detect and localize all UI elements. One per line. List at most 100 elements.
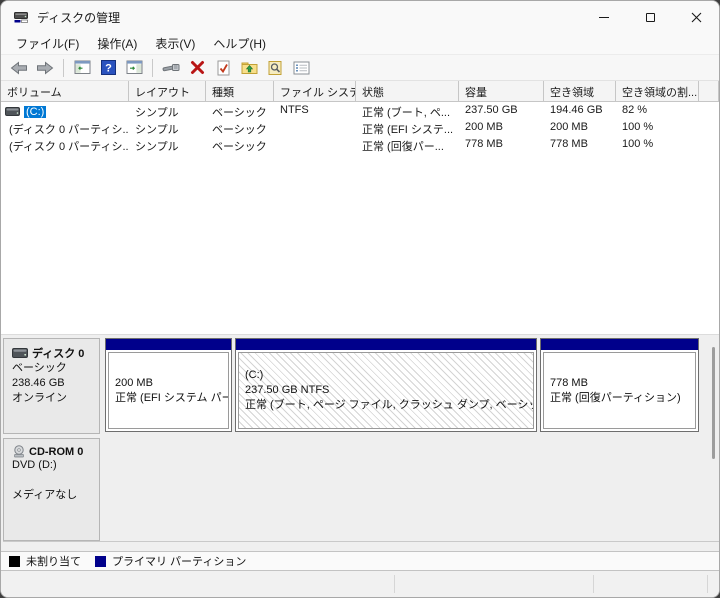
filesystem-cell (274, 119, 356, 136)
cdrom-icon (14, 445, 24, 458)
volume-row-c[interactable]: (C:) シンプル ベーシック NTFS 正常 (ブート, ペ... 237.5… (1, 102, 719, 119)
partition-name: (C:) (245, 369, 264, 381)
cdrom-drive: DVD (D:) (12, 459, 57, 471)
volume-name-cell: (ディスク 0 パーティシ... (1, 136, 129, 153)
explore-button[interactable] (263, 57, 287, 79)
folder-up-icon (241, 62, 257, 74)
free-cell: 200 MB (550, 121, 588, 133)
percent-cell: 100 % (622, 138, 654, 150)
delete-volume-button[interactable] (185, 57, 209, 79)
back-icon (10, 60, 27, 75)
scrollbar-thumb[interactable] (712, 347, 715, 459)
volume-row-efi[interactable]: (ディスク 0 パーティシ... シンプル ベーシック 正常 (EFI システ.… (1, 119, 719, 136)
disk0-size: 238.46 GB (12, 377, 65, 389)
drive-icon (5, 107, 20, 116)
column-header-filesystem[interactable]: ファイル システム (274, 81, 356, 102)
cdrom-status: メディアなし (12, 489, 78, 501)
column-header-capacity[interactable]: 容量 (459, 81, 544, 102)
column-header-status[interactable]: 状態 (356, 81, 459, 102)
maximize-button[interactable] (627, 1, 673, 33)
maximize-icon (645, 12, 655, 22)
close-button[interactable] (673, 1, 719, 33)
title-bar: ディスクの管理 (1, 1, 719, 33)
console-tree-icon (74, 60, 90, 74)
checklist-icon (293, 61, 309, 74)
search-document-icon (268, 60, 282, 75)
status-divider (394, 575, 395, 593)
type-cell: ベーシック (212, 124, 267, 136)
partition-efi[interactable]: 200 MB 正常 (EFI システム パーテ (105, 338, 232, 432)
partition-color-bar (106, 339, 231, 350)
action-pane-icon (126, 60, 142, 74)
status-divider (593, 575, 594, 593)
properties-tool-button[interactable] (159, 57, 183, 79)
cdrom-empty-area (100, 438, 719, 541)
disk0-header-panel[interactable]: ディスク 0 ベーシック 238.46 GB オンライン (3, 338, 100, 434)
minimize-icon (599, 16, 609, 18)
partition-status: 正常 (ブート, ページ ファイル, クラッシュ ダンプ, ベーシック データ (245, 399, 533, 411)
primary-partition-swatch (95, 555, 106, 567)
status-cell: 正常 (EFI システ... (362, 124, 454, 136)
menu-view[interactable]: 表示(V) (146, 33, 204, 54)
open-folder-button[interactable] (237, 57, 261, 79)
console-tree-button[interactable] (70, 57, 94, 79)
partition-color-bar (541, 339, 698, 350)
partition-c[interactable]: (C:) 237.50 GB NTFS 正常 (ブート, ページ ファイル, ク… (235, 338, 537, 432)
unallocated-label: 未割り当て (26, 556, 81, 568)
graphical-view-pane: ディスク 0 ベーシック 238.46 GB オンライン 200 MB 正常 (… (1, 335, 719, 551)
back-button[interactable] (7, 57, 31, 79)
minimize-button[interactable] (581, 1, 627, 33)
type-cell: ベーシック (212, 107, 267, 119)
free-cell: 194.46 GB (550, 104, 603, 116)
column-header-volume[interactable]: ボリューム (1, 81, 129, 102)
filesystem-cell (274, 136, 356, 153)
volume-row-recovery[interactable]: (ディスク 0 パーティシ... シンプル ベーシック 正常 (回復パー... … (1, 136, 719, 153)
forward-button[interactable] (33, 57, 57, 79)
help-button[interactable]: ? (96, 57, 120, 79)
properties-tool-icon (162, 63, 180, 71)
close-icon (691, 12, 701, 22)
action-pane-button[interactable] (122, 57, 146, 79)
settings-list-button[interactable] (289, 57, 313, 79)
disk0-status: オンライン (12, 392, 67, 404)
disk-management-window: ディスクの管理 ファイル(F) 操作(A) 表示(V) ヘルプ(H) ? ボリュ… (0, 0, 720, 598)
vertical-scrollbar[interactable] (708, 341, 718, 531)
column-header-free-percent[interactable]: 空き領域の割... (616, 81, 699, 102)
legend-bar: 未割り当て プライマリ パーティション (1, 551, 719, 571)
disk-icon (12, 348, 28, 358)
percent-cell: 82 % (622, 104, 648, 116)
toolbar: ? (1, 55, 719, 81)
delete-icon (190, 61, 204, 74)
status-cell: 正常 (ブート, ペ... (362, 107, 450, 119)
volume-label: (C:) (24, 105, 47, 118)
column-header-layout[interactable]: レイアウト (129, 81, 206, 102)
unallocated-swatch (9, 555, 20, 567)
partition-size: 200 MB (115, 376, 153, 389)
partition-color-bar (236, 339, 536, 350)
disk0-type: ベーシック (12, 362, 67, 374)
menu-file[interactable]: ファイル(F) (7, 33, 88, 54)
svg-text:?: ? (105, 62, 112, 74)
volume-name-cell: (C:) (1, 102, 129, 119)
layout-cell: シンプル (135, 141, 179, 153)
partition-status: 正常 (EFI システム パーテ (115, 391, 228, 404)
menu-action[interactable]: 操作(A) (88, 33, 146, 54)
partition-status: 正常 (回復パーティション) (550, 391, 681, 404)
primary-partition-label: プライマリ パーティション (112, 556, 247, 568)
layout-cell: シンプル (135, 107, 179, 119)
toolbar-separator (152, 58, 153, 77)
check-document-icon (217, 60, 229, 75)
disk0-row: ディスク 0 ベーシック 238.46 GB オンライン 200 MB 正常 (… (3, 338, 719, 434)
forward-icon (37, 60, 54, 75)
menu-bar: ファイル(F) 操作(A) 表示(V) ヘルプ(H) (1, 33, 719, 55)
help-icon: ? (100, 60, 116, 75)
column-header-free[interactable]: 空き領域 (544, 81, 616, 102)
toolbar-separator (63, 58, 64, 77)
volume-label: (ディスク 0 パーティシ... (9, 123, 129, 136)
menu-help[interactable]: ヘルプ(H) (204, 33, 275, 54)
disk0-partitions: 200 MB 正常 (EFI システム パーテ (C:) 237.50 GB N… (100, 338, 719, 434)
column-header-type[interactable]: 種類 (206, 81, 274, 102)
partition-recovery[interactable]: 778 MB 正常 (回復パーティション) (540, 338, 699, 432)
check-volume-button[interactable] (211, 57, 235, 79)
cdrom-header-panel[interactable]: CD-ROM 0 DVD (D:) メディアなし (3, 438, 100, 541)
